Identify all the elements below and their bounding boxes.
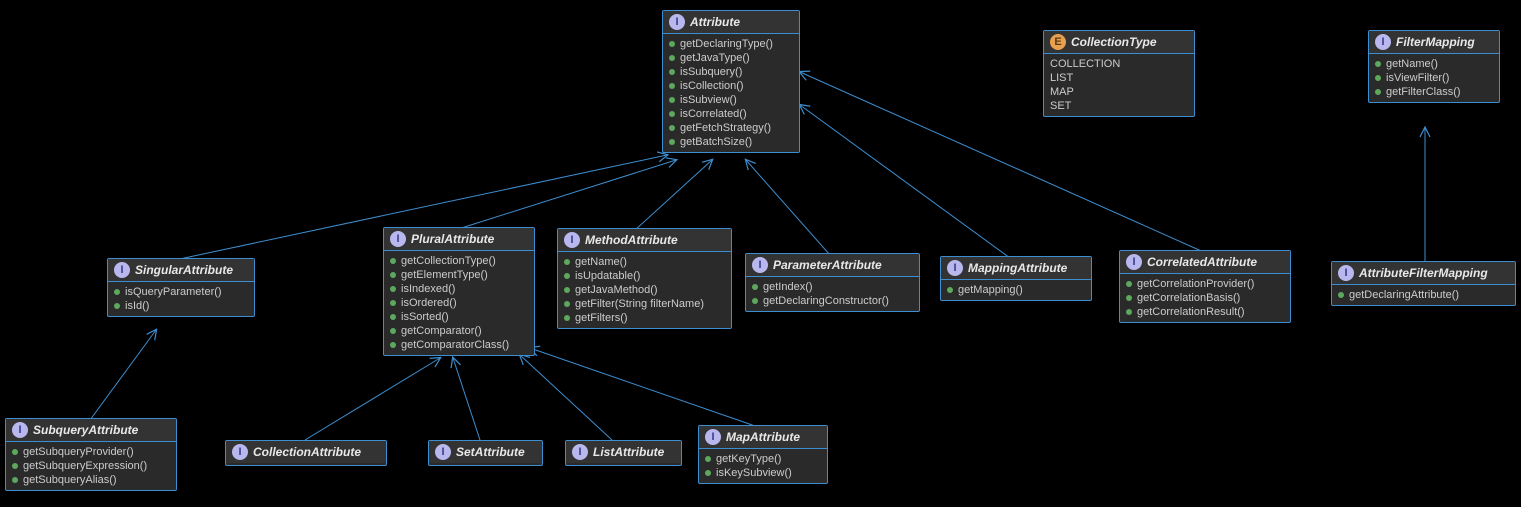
class-filtermapping[interactable]: I FilterMapping getName() isViewFilter() … [1368,30,1500,103]
member-list: getName() isViewFilter() getFilterClass(… [1369,54,1499,102]
class-title: MappingAttribute [968,261,1067,275]
interface-icon: I [435,444,451,460]
class-title: SetAttribute [456,445,525,459]
enum-collectiontype[interactable]: E CollectionType COLLECTION LIST MAP SET [1043,30,1195,117]
class-parameterattribute[interactable]: I ParameterAttribute getIndex() getDeclar… [745,253,920,312]
class-mapattribute[interactable]: I MapAttribute getKeyType() isKeySubview(… [698,425,828,484]
class-title: Attribute [690,15,740,29]
class-listattribute[interactable]: I ListAttribute [565,440,682,466]
class-title: ListAttribute [593,445,664,459]
interface-icon: I [572,444,588,460]
member-list: isQueryParameter() isId() [108,282,254,316]
class-title: CorrelatedAttribute [1147,255,1257,269]
member-list: getSubqueryProvider() getSubqueryExpress… [6,442,176,490]
class-title: SingularAttribute [135,263,233,277]
member-list: getCollectionType() getElementType() isI… [384,251,534,355]
interface-icon: I [705,429,721,445]
interface-icon: I [669,14,685,30]
class-title: ParameterAttribute [773,258,882,272]
class-pluralattribute[interactable]: I PluralAttribute getCollectionType() get… [383,227,535,356]
interface-icon: I [947,260,963,276]
class-correlatedattribute[interactable]: I CorrelatedAttribute getCorrelationProvi… [1119,250,1291,323]
member-list: COLLECTION LIST MAP SET [1044,54,1194,116]
member-list: getName() isUpdatable() getJavaMethod() … [558,252,731,328]
class-attribute[interactable]: I Attribute getDeclaringType() getJavaTyp… [662,10,800,153]
class-title: MethodAttribute [585,233,678,247]
member-list: getKeyType() isKeySubview() [699,449,827,483]
interface-icon: I [12,422,28,438]
class-title: PluralAttribute [411,232,494,246]
member-list: getDeclaringAttribute() [1332,285,1515,305]
interface-icon: I [232,444,248,460]
class-methodattribute[interactable]: I MethodAttribute getName() isUpdatable()… [557,228,732,329]
class-collectionattribute[interactable]: I CollectionAttribute [225,440,387,466]
member-list: getMapping() [941,280,1091,300]
interface-icon: I [1375,34,1391,50]
class-mappingattribute[interactable]: I MappingAttribute getMapping() [940,256,1092,301]
class-singularattribute[interactable]: I SingularAttribute isQueryParameter() is… [107,258,255,317]
class-title: MapAttribute [726,430,800,444]
interface-icon: I [390,231,406,247]
interface-icon: I [1126,254,1142,270]
class-attributefiltermapping[interactable]: I AttributeFilterMapping getDeclaringAttr… [1331,261,1516,306]
member-list: getCorrelationProvider() getCorrelationB… [1120,274,1290,322]
uml-canvas: I Attribute getDeclaringType() getJavaTyp… [0,0,1521,507]
class-title: CollectionAttribute [253,445,361,459]
interface-icon: I [564,232,580,248]
enum-icon: E [1050,34,1066,50]
class-title: AttributeFilterMapping [1359,266,1488,280]
interface-icon: I [1338,265,1354,281]
member-list: getIndex() getDeclaringConstructor() [746,277,919,311]
member-list: getDeclaringType() getJavaType() isSubqu… [663,34,799,152]
class-title: FilterMapping [1396,35,1475,49]
class-title: SubqueryAttribute [33,423,138,437]
class-setattribute[interactable]: I SetAttribute [428,440,543,466]
interface-icon: I [752,257,768,273]
class-subqueryattribute[interactable]: I SubqueryAttribute getSubqueryProvider()… [5,418,177,491]
class-title: CollectionType [1071,35,1157,49]
interface-icon: I [114,262,130,278]
